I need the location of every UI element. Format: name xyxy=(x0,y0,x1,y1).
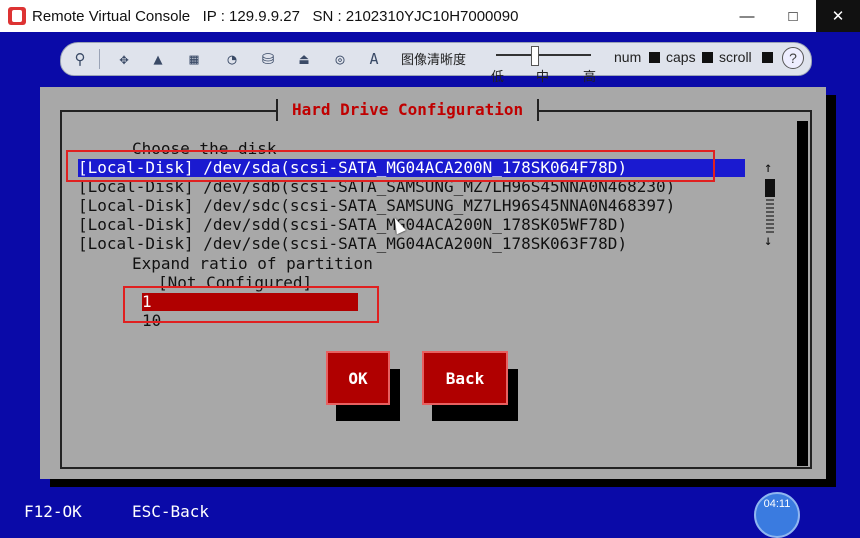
num-lock-label: num xyxy=(614,49,642,65)
move-icon[interactable]: ✥ xyxy=(113,48,135,70)
cd-drive-icon[interactable]: ⏏ xyxy=(293,48,315,70)
disk-item-sdc[interactable]: [Local-Disk] /dev/sdc(scsi-SATA_SAMSUNG_… xyxy=(78,197,675,215)
maximize-button[interactable]: □ xyxy=(770,0,816,32)
caps-lock-indicator xyxy=(702,52,713,63)
disk-item-sdd[interactable]: [Local-Disk] /dev/sdd(scsi-SATA_MG04ACA2… xyxy=(78,216,627,234)
disc-icon[interactable]: ◎ xyxy=(329,48,351,70)
scroll-up-arrow-icon[interactable]: ↑ xyxy=(764,160,772,176)
dialog-inner-shadow xyxy=(797,121,808,466)
quality-slider-knob[interactable] xyxy=(531,46,539,66)
selected-disk-highlight-box xyxy=(66,150,715,182)
scroll-lock-indicator xyxy=(762,52,773,63)
scrollbar-track[interactable] xyxy=(766,199,774,233)
mouse-icon[interactable]: ◔ xyxy=(221,48,243,70)
dialog-title: Hard Drive Configuration xyxy=(276,99,540,121)
arrow-icon[interactable]: ▲ xyxy=(147,48,169,70)
help-icon[interactable]: ? xyxy=(782,47,804,69)
keyboard-icon[interactable]: ▦ xyxy=(183,48,205,70)
quality-slider-track[interactable] xyxy=(496,54,591,56)
quality-mid-label: 中 xyxy=(536,69,550,84)
quality-low-label: 低 xyxy=(491,69,505,84)
ok-button[interactable]: OK xyxy=(326,351,390,405)
font-icon[interactable]: A xyxy=(363,48,385,70)
selected-ratio-highlight-box xyxy=(123,286,379,323)
back-button[interactable]: Back xyxy=(422,351,508,405)
status-f12-ok: F12-OK xyxy=(24,502,82,521)
quality-high-label: 高 xyxy=(583,69,597,84)
image-quality-label: 图像清晰度 xyxy=(401,52,467,67)
disk-item-sde[interactable]: [Local-Disk] /dev/sde(scsi-SATA_MG04ACA2… xyxy=(78,235,627,253)
window-title-bar: Remote Virtual Console IP : 129.9.9.27 S… xyxy=(0,0,860,32)
caps-lock-label: caps xyxy=(666,49,696,65)
close-button[interactable]: ✕ xyxy=(816,0,860,32)
status-esc-back: ESC-Back xyxy=(132,502,210,521)
java-app-icon xyxy=(8,7,26,25)
scrollbar-thumb[interactable] xyxy=(765,179,775,197)
hard-drive-config-dialog: Hard Drive Configuration Choose the disk… xyxy=(40,87,826,479)
window-title: Remote Virtual Console IP : 129.9.9.27 S… xyxy=(32,7,519,25)
expand-ratio-label: Expand ratio of partition xyxy=(132,254,373,273)
connect-icon[interactable]: ⚲ xyxy=(69,48,91,70)
floppy-icon[interactable]: ⛁ xyxy=(257,48,279,70)
kvm-toolbar: ⚲ ✥ ▲ ▦ ◔ ⛁ ⏏ ◎ A 图像清晰度 低 中 高 num caps s… xyxy=(60,42,812,84)
toolbar-divider xyxy=(99,49,100,69)
window-controls: — □ ✕ xyxy=(724,0,860,32)
minimize-button[interactable]: — xyxy=(724,0,770,32)
scroll-down-arrow-icon[interactable]: ↓ xyxy=(764,233,772,249)
clock-badge: 04:11 xyxy=(754,492,800,538)
num-lock-indicator xyxy=(649,52,660,63)
scroll-lock-label: scroll xyxy=(719,49,752,65)
